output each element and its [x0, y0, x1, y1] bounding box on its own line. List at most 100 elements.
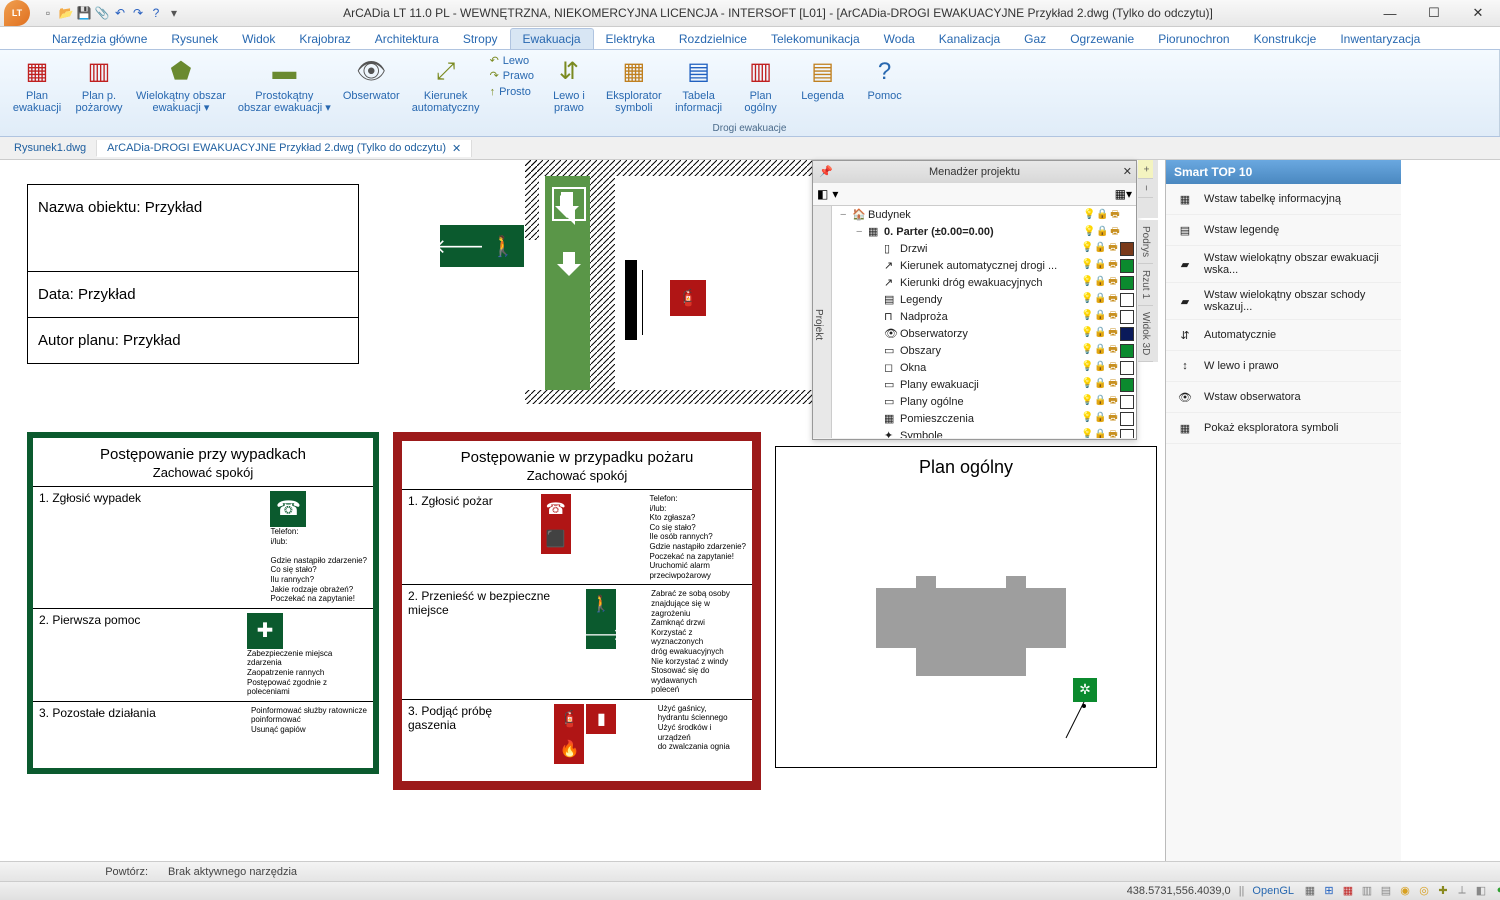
- pm-vtab-projekt[interactable]: Projekt: [813, 206, 832, 438]
- sidetab-widok3d[interactable]: Widok 3D: [1138, 306, 1153, 362]
- tree-row[interactable]: −🏠Budynek💡🔒🖶: [832, 206, 1136, 223]
- btn-prawo[interactable]: ↷Prawo: [490, 69, 534, 83]
- btn-legenda[interactable]: ▤Legenda: [792, 54, 854, 104]
- btn-obserwator[interactable]: 👁Obserwator: [337, 54, 406, 104]
- project-manager-panel[interactable]: 📌 Menadżer projektu ✕ ◧ ▾ ▦▾ Projekt −🏠B…: [812, 160, 1137, 440]
- btn-prosto[interactable]: ↑Prosto: [490, 85, 534, 99]
- tab-piorunochron[interactable]: Piorunochron: [1146, 29, 1241, 49]
- tree-row[interactable]: ◻Okna💡🔒🖶: [832, 359, 1136, 376]
- tree-row[interactable]: ▤Legendy💡🔒🖶: [832, 291, 1136, 308]
- sb-10[interactable]: ◧: [1473, 884, 1489, 898]
- tree-row[interactable]: ↗Kierunki dróg ewakuacyjnych💡🔒🖶: [832, 274, 1136, 291]
- side-btn-plus[interactable]: +: [1138, 160, 1153, 179]
- smart-item[interactable]: ▦Pokaż eksploratora symboli: [1166, 413, 1401, 444]
- smart-item[interactable]: ▦Wstaw tabelkę informacyjną: [1166, 184, 1401, 215]
- tree-row[interactable]: ▯Drzwi💡🔒🖶: [832, 240, 1136, 257]
- side-btn-minus[interactable]: −: [1138, 179, 1153, 198]
- tree-row[interactable]: ▦Pomieszczenia💡🔒🖶: [832, 410, 1136, 427]
- pm-tree[interactable]: −🏠Budynek💡🔒🖶−▦0. Parter (±0.00=0.00)💡🔒🖶▯…: [832, 206, 1136, 438]
- btn-plan-ewakuacji[interactable]: ▦Plan ewakuacji: [6, 54, 68, 116]
- tab-rysunek[interactable]: Rysunek: [159, 29, 230, 49]
- tab-narzedzia[interactable]: Narzędzia główne: [40, 29, 159, 49]
- btn-pomoc[interactable]: ?Pomoc: [854, 54, 916, 104]
- btn-eksplorator[interactable]: ▦Eksplorator symboli: [600, 54, 668, 116]
- tab-ogrzewanie[interactable]: Ogrzewanie: [1058, 29, 1146, 49]
- tree-row[interactable]: −▦0. Parter (±0.00=0.00)💡🔒🖶: [832, 223, 1136, 240]
- tab-architektura[interactable]: Architektura: [363, 29, 451, 49]
- pin-icon[interactable]: 📌: [819, 161, 833, 183]
- btn-lewo[interactable]: ↶Lewo: [490, 54, 534, 68]
- tab-elektryka[interactable]: Elektryka: [594, 29, 667, 49]
- btn-plan-ogolny[interactable]: ▥Plan ogólny: [730, 54, 792, 116]
- btn-prostokatny[interactable]: ▬Prostokątny obszar ewakuacji ▾: [232, 54, 337, 116]
- smart-item[interactable]: ▰Wstaw wielokątny obszar schody wskazuj.…: [1166, 283, 1401, 320]
- tab-woda[interactable]: Woda: [872, 29, 927, 49]
- tab-gaz[interactable]: Gaz: [1012, 29, 1058, 49]
- qat-save-icon[interactable]: 💾: [76, 5, 92, 21]
- sb-3[interactable]: ▦: [1340, 884, 1356, 898]
- qat-redo-icon[interactable]: ↷: [130, 5, 146, 21]
- ext1-icon: 🧯: [554, 704, 584, 734]
- tree-row[interactable]: ▭Plany ewakuacji💡🔒🖶: [832, 376, 1136, 393]
- btn-kierunek-auto[interactable]: ⤢Kierunek automatyczny: [406, 54, 486, 116]
- maximize-button[interactable]: ☐: [1412, 0, 1456, 26]
- minimize-button[interactable]: —: [1368, 0, 1412, 26]
- accident-sub: Zachować spokój: [33, 465, 373, 486]
- tab-krajobraz[interactable]: Krajobraz: [287, 29, 362, 49]
- btn-plan-pozarowy[interactable]: ▥Plan p. pożarowy: [68, 54, 130, 116]
- smart-item[interactable]: ⇵Automatycznie: [1166, 320, 1401, 351]
- ext3-icon: 🔥: [554, 734, 584, 764]
- sb-9[interactable]: ⟂: [1454, 884, 1470, 898]
- smart-item[interactable]: ▰Wstaw wielokątny obszar ewakuacji wska.…: [1166, 246, 1401, 283]
- doc-tab-2[interactable]: ArCADia-DROGI EWAKUACYJNE Przykład 2.dwg…: [97, 140, 472, 157]
- sb-1[interactable]: ▦: [1302, 884, 1318, 898]
- sb-5[interactable]: ▤: [1378, 884, 1394, 898]
- tab-telekomunikacja[interactable]: Telekomunikacja: [759, 29, 872, 49]
- fire-title: Postępowanie w przypadku pożaru: [402, 441, 752, 468]
- qat-help-icon[interactable]: ?: [148, 5, 164, 21]
- opengl-label[interactable]: OpenGL: [1252, 885, 1294, 897]
- btn-wielokatny[interactable]: ⬟Wielokątny obszar ewakuacji ▾: [130, 54, 232, 116]
- qat-undo-icon[interactable]: ↶: [112, 5, 128, 21]
- tree-row[interactable]: ▭Plany ogólne💡🔒🖶: [832, 393, 1136, 410]
- sb-8[interactable]: ✚: [1435, 884, 1451, 898]
- sb-11[interactable]: ●: [1492, 884, 1500, 898]
- smart-item[interactable]: ↕W lewo i prawo: [1166, 351, 1401, 382]
- tab-ewakuacja[interactable]: Ewakuacja: [510, 28, 594, 49]
- qat-cut-icon[interactable]: 📎: [94, 5, 110, 21]
- tree-row[interactable]: ↗Kierunek automatycznej drogi ...💡🔒🖶: [832, 257, 1136, 274]
- tree-row[interactable]: ▭Obszary💡🔒🖶: [832, 342, 1136, 359]
- pm-tb-3[interactable]: ▦▾: [1115, 187, 1132, 201]
- btn-lewo-prawo[interactable]: ⇵Lewo i prawo: [538, 54, 600, 116]
- sb-6[interactable]: ◉: [1397, 884, 1413, 898]
- sb-7[interactable]: ◎: [1416, 884, 1432, 898]
- sb-2[interactable]: ⊞: [1321, 884, 1337, 898]
- close-tab-icon[interactable]: ✕: [452, 142, 461, 155]
- sidetab-podrys[interactable]: Podrys: [1138, 220, 1153, 264]
- tab-widok[interactable]: Widok: [230, 29, 287, 49]
- sidetab-rzut1[interactable]: Rzut 1: [1138, 264, 1153, 306]
- doc-tab-1[interactable]: Rysunek1.dwg: [4, 140, 97, 156]
- qat-new-icon[interactable]: ▫: [40, 5, 56, 21]
- tree-row[interactable]: 👁Obserwatorzy💡🔒🖶: [832, 325, 1136, 342]
- pm-tb-1[interactable]: ◧: [817, 187, 828, 201]
- qat-dropdown-icon[interactable]: ▾: [166, 5, 182, 21]
- smart-panel: Smart TOP 10 ▦Wstaw tabelkę informacyjną…: [1165, 160, 1401, 884]
- tab-kanalizacja[interactable]: Kanalizacja: [927, 29, 1012, 49]
- smart-item[interactable]: ▤Wstaw legendę: [1166, 215, 1401, 246]
- drawing-canvas[interactable]: Nazwa obiektu: Przykład Data: Przykład A…: [0, 160, 1165, 884]
- close-button[interactable]: ✕: [1456, 0, 1500, 26]
- tab-inwentaryzacja[interactable]: Inwentaryzacja: [1328, 29, 1432, 49]
- smart-item[interactable]: 👁Wstaw obserwatora: [1166, 382, 1401, 413]
- pm-close-icon[interactable]: ✕: [1123, 161, 1132, 183]
- qat-open-icon[interactable]: 📂: [58, 5, 74, 21]
- pm-tb-2[interactable]: ▾: [832, 187, 838, 201]
- tree-row[interactable]: ⊓Nadproża💡🔒🖶: [832, 308, 1136, 325]
- tab-stropy[interactable]: Stropy: [451, 29, 510, 49]
- sb-4[interactable]: ▥: [1359, 884, 1375, 898]
- btn-tabela[interactable]: ▤Tabela informacji: [668, 54, 730, 116]
- smart-item-icon: 👁: [1174, 388, 1196, 406]
- tab-konstrukcje[interactable]: Konstrukcje: [1242, 29, 1329, 49]
- tree-row[interactable]: ✦Symbole💡🔒🖶: [832, 427, 1136, 438]
- tab-rozdzielnice[interactable]: Rozdzielnice: [667, 29, 759, 49]
